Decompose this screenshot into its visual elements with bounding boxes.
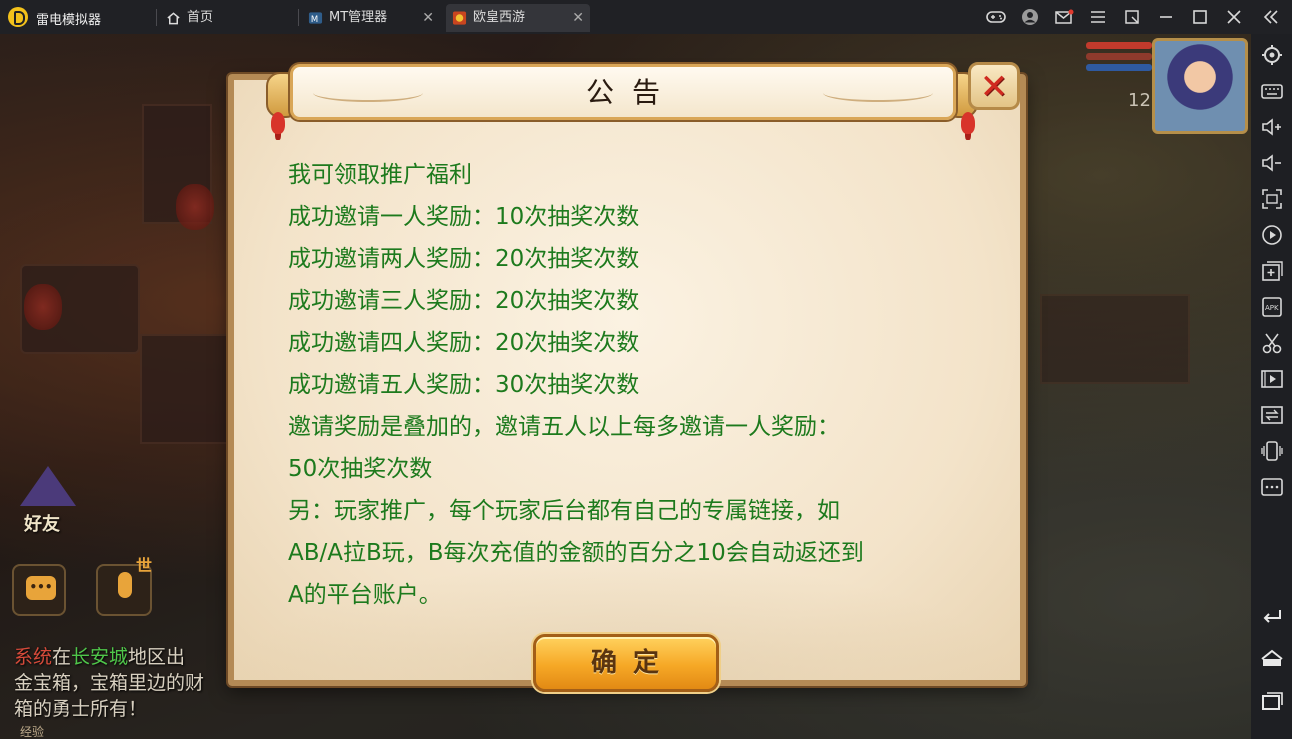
friends-button[interactable]: 好友 xyxy=(14,466,80,536)
chat-button[interactable] xyxy=(12,564,66,616)
notice-line: 成功邀请四人奖励：20次抽奖次数 xyxy=(288,330,640,356)
screenshot-icon[interactable] xyxy=(1259,186,1285,212)
more-icon[interactable] xyxy=(1259,474,1285,500)
mail-icon[interactable] xyxy=(1052,5,1076,29)
chat-text: 地区出 xyxy=(128,646,186,668)
chat-text: 在 xyxy=(52,646,72,668)
gamepad-icon[interactable] xyxy=(984,5,1008,29)
notice-line: A的平台账户。 xyxy=(288,582,442,608)
tab-separator xyxy=(298,9,299,26)
screen-record-icon[interactable] xyxy=(1259,222,1285,248)
hp-bar-bg xyxy=(1086,53,1152,60)
tab-game[interactable]: 欧皇西游 ✕ xyxy=(446,4,590,32)
close-icon[interactable] xyxy=(1222,5,1246,29)
chat-log: 系统在长安城地区出 金宝箱，宝箱里边的财 箱的勇士所有！ xyxy=(14,644,244,722)
close-x-icon: ✕ xyxy=(979,67,1009,107)
notice-line: 成功邀请三人奖励：20次抽奖次数 xyxy=(288,288,640,314)
notice-line: 成功邀请五人奖励：30次抽奖次数 xyxy=(288,372,640,398)
tab-label: MT管理器 xyxy=(329,10,388,25)
dialog-title-bar: 公告 xyxy=(290,64,956,120)
status-bars xyxy=(1086,38,1152,78)
hp-bar xyxy=(1086,42,1152,49)
notice-line: 成功邀请两人奖励：20次抽奖次数 xyxy=(288,246,640,272)
settings-icon[interactable] xyxy=(1259,42,1285,68)
tab-label: 首页 xyxy=(187,10,214,25)
emulator-sidebar: APK xyxy=(1251,34,1292,739)
tab-close-icon[interactable]: ✕ xyxy=(422,4,434,32)
notice-line: 成功邀请一人奖励：10次抽奖次数 xyxy=(288,204,640,230)
volume-down-icon[interactable] xyxy=(1259,150,1285,176)
tab-separator xyxy=(156,9,157,26)
back-icon[interactable] xyxy=(1259,602,1285,628)
tassel-decoration xyxy=(271,112,285,134)
maximize-icon[interactable] xyxy=(1188,5,1212,29)
city-link[interactable]: 长安城 xyxy=(71,646,128,668)
volume-up-icon[interactable] xyxy=(1259,114,1285,140)
app-name: 雷电模拟器 xyxy=(36,13,102,28)
announcement-body: 我可领取推广福利 成功邀请一人奖励：10次抽奖次数 成功邀请两人奖励：20次抽奖… xyxy=(288,154,978,616)
minimize-icon[interactable] xyxy=(1154,5,1178,29)
friend-hat-icon xyxy=(20,466,76,506)
notice-line: 另：玩家推广，每个玩家后台都有自己的专属链接，如 xyxy=(288,498,840,524)
confirm-button[interactable]: 确定 xyxy=(533,634,719,692)
tab-mt-manager[interactable]: M MT管理器 ✕ xyxy=(302,4,440,32)
recent-apps-icon[interactable] xyxy=(1259,688,1285,714)
player-avatar[interactable] xyxy=(1152,38,1248,134)
home-nav-icon[interactable] xyxy=(1259,646,1285,672)
video-icon[interactable] xyxy=(1259,366,1285,392)
menu-icon[interactable] xyxy=(1086,5,1110,29)
apk-install-icon[interactable]: APK xyxy=(1259,294,1285,320)
exp-label: 经验 xyxy=(20,725,45,739)
confirm-button-label: 确定 xyxy=(590,648,675,678)
tab-close-icon[interactable]: ✕ xyxy=(572,4,584,32)
home-icon xyxy=(167,12,180,25)
collapse-sidebar-icon[interactable] xyxy=(1259,5,1283,29)
system-tag: 系统 xyxy=(14,646,53,668)
mp-bar xyxy=(1086,64,1152,71)
tab-label: 欧皇西游 xyxy=(473,10,526,25)
mt-app-icon: M xyxy=(308,12,323,24)
scissors-icon[interactable] xyxy=(1259,330,1285,356)
friends-label: 好友 xyxy=(24,514,60,535)
pin-window-icon[interactable] xyxy=(1120,5,1144,29)
multi-instance-icon[interactable] xyxy=(1259,258,1285,284)
game-app-icon xyxy=(452,11,467,25)
app-logo-icon xyxy=(8,7,28,27)
svg-text:APK: APK xyxy=(1265,304,1279,312)
world-channel-label: 世 xyxy=(136,556,153,575)
notice-line: AB/A拉B玩，B每次充值的金额的百分之10会自动返还到 xyxy=(288,540,864,566)
svg-text:M: M xyxy=(311,14,318,24)
player-level: 12 xyxy=(1128,90,1151,111)
notice-line: 我可领取推广福利 xyxy=(288,162,472,188)
notice-line: 邀请奖励是叠加的，邀请五人以上每多邀请一人奖励： xyxy=(288,414,840,440)
chat-text: 金宝箱，宝箱里边的财 xyxy=(14,672,205,694)
tassel-decoration xyxy=(961,112,975,134)
title-bar: 雷电模拟器 首页 M MT管理器 ✕ 欧皇西游 ✕ xyxy=(0,0,1292,34)
chat-text: 箱的勇士所有！ xyxy=(14,698,148,720)
dialog-title: 公告 xyxy=(585,76,678,109)
shake-icon[interactable] xyxy=(1259,438,1285,464)
dialog-close-button[interactable]: ✕ xyxy=(968,62,1020,110)
sync-icon[interactable] xyxy=(1259,402,1285,428)
account-icon[interactable] xyxy=(1018,5,1042,29)
keyboard-icon[interactable] xyxy=(1259,78,1285,104)
tab-home[interactable]: 首页 xyxy=(160,4,296,32)
notice-line: 50次抽奖次数 xyxy=(288,456,433,482)
